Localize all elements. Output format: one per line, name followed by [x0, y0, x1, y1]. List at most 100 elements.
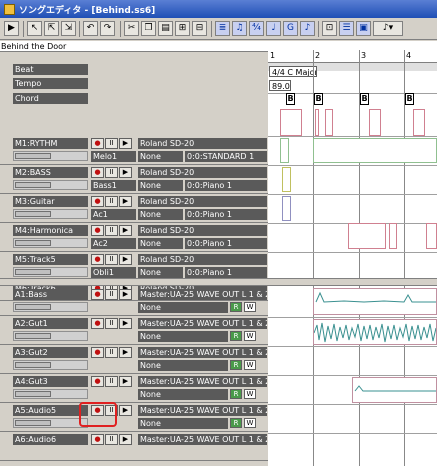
track-name[interactable]: A3:Gut2: [13, 347, 88, 358]
play-tool-button[interactable]: ▶: [4, 21, 19, 36]
pause-button[interactable]: II: [105, 376, 118, 387]
range-tool-button[interactable]: ⇱: [44, 21, 59, 36]
midi-clip[interactable]: [348, 223, 386, 249]
white-toggle[interactable]: W: [244, 360, 256, 370]
audio-clip[interactable]: [352, 377, 437, 403]
score-icon[interactable]: ♪: [300, 21, 315, 36]
select-tool-button[interactable]: ↖: [27, 21, 42, 36]
pause-button[interactable]: II: [105, 318, 118, 329]
window-icon[interactable]: ▣: [356, 21, 371, 36]
green-toggle[interactable]: R: [230, 302, 242, 312]
list-icon[interactable]: ☰: [339, 21, 354, 36]
copy-icon[interactable]: ❐: [141, 21, 156, 36]
paste-icon[interactable]: ▤: [158, 21, 173, 36]
time-signature-icon[interactable]: ⁴⁄₄: [249, 21, 264, 36]
play-button[interactable]: ▶: [119, 376, 132, 387]
beat-track-label[interactable]: Beat: [13, 64, 88, 75]
midi-clip[interactable]: [313, 138, 437, 163]
white-toggle[interactable]: W: [244, 331, 256, 341]
output-field[interactable]: Master:UA-25 WAVE OUT L 1 & 2: [138, 289, 267, 300]
tempo-icon[interactable]: ♩: [266, 21, 281, 36]
play-button[interactable]: ▶: [119, 318, 132, 329]
record-button[interactable]: ●: [91, 376, 104, 387]
play-button[interactable]: ▶: [119, 254, 132, 265]
green-toggle[interactable]: R: [230, 418, 242, 428]
delete-icon[interactable]: ⊟: [192, 21, 207, 36]
play-button[interactable]: ▶: [119, 289, 132, 300]
sub-field[interactable]: None: [138, 180, 183, 191]
device-field[interactable]: Roland SD-20: [138, 225, 267, 236]
volume-slider[interactable]: [13, 267, 88, 277]
green-toggle[interactable]: R: [230, 360, 242, 370]
device-field[interactable]: Roland SD-20: [138, 196, 267, 207]
track-name[interactable]: A5:Audio5: [13, 405, 88, 416]
device-field[interactable]: Roland SD-20: [138, 254, 267, 265]
redo-icon[interactable]: ↷: [100, 21, 115, 36]
midi-clip[interactable]: [426, 223, 437, 249]
track-name[interactable]: M5:Track5: [13, 254, 88, 265]
beat-marker[interactable]: B: [405, 93, 414, 105]
part-field[interactable]: Ac1: [91, 209, 136, 220]
pencil-tool-button[interactable]: ⇲: [61, 21, 76, 36]
record-button[interactable]: ●: [91, 434, 104, 445]
track-name[interactable]: M1:RYTHM: [13, 138, 88, 149]
midi-clip[interactable]: [280, 138, 289, 163]
midi-clip[interactable]: [369, 109, 381, 136]
track-name[interactable]: M4:Harmonica: [13, 225, 88, 236]
cut-icon[interactable]: ✂: [124, 21, 139, 36]
record-button[interactable]: ●: [91, 347, 104, 358]
track-name[interactable]: A2:Gut1: [13, 318, 88, 329]
green-toggle[interactable]: R: [230, 389, 242, 399]
play-button[interactable]: ▶: [119, 347, 132, 358]
input-field[interactable]: None: [138, 360, 228, 371]
volume-slider[interactable]: [13, 151, 88, 161]
white-toggle[interactable]: W: [244, 389, 256, 399]
play-button[interactable]: ▶: [119, 196, 132, 207]
record-button[interactable]: ●: [91, 254, 104, 265]
slider-knob[interactable]: [15, 153, 51, 159]
pause-button[interactable]: II: [105, 434, 118, 445]
tempo-marker[interactable]: 89.00: [269, 80, 291, 91]
slider-knob[interactable]: [15, 269, 51, 275]
record-button[interactable]: ●: [91, 225, 104, 236]
part-field[interactable]: Bass1: [91, 180, 136, 191]
ruler[interactable]: 1 2 3 4: [268, 50, 437, 63]
pause-button[interactable]: II: [105, 289, 118, 300]
track-list-icon[interactable]: ≣: [215, 21, 230, 36]
pause-button[interactable]: II: [105, 225, 118, 236]
slider-knob[interactable]: [15, 362, 51, 368]
patch-field[interactable]: 0:0:Piano 1: [185, 238, 267, 249]
device-field[interactable]: Roland SD-20: [138, 167, 267, 178]
device-field[interactable]: Roland SD-20: [138, 138, 267, 149]
patch-field[interactable]: 0:0:STANDARD 1: [185, 151, 267, 162]
patch-field[interactable]: 0:0:Piano 1: [185, 267, 267, 278]
beat-marker[interactable]: B: [360, 93, 369, 105]
play-button[interactable]: ▶: [119, 138, 132, 149]
pause-button[interactable]: II: [105, 138, 118, 149]
volume-slider[interactable]: [13, 389, 88, 399]
tempo-track-label[interactable]: Tempo: [13, 78, 88, 89]
volume-slider[interactable]: [13, 360, 88, 370]
record-button[interactable]: ●: [91, 289, 104, 300]
record-button[interactable]: ●: [91, 318, 104, 329]
timeline-area[interactable]: 1 2 3 4 4/4 C Major 89.00 B B B B: [268, 41, 437, 466]
slider-knob[interactable]: [15, 333, 51, 339]
time-signature-marker[interactable]: 4/4 C Major: [269, 66, 317, 77]
sub-field[interactable]: None: [138, 151, 183, 162]
undo-icon[interactable]: ↶: [83, 21, 98, 36]
record-button[interactable]: ●: [91, 196, 104, 207]
sub-field[interactable]: None: [138, 238, 183, 249]
white-toggle[interactable]: W: [244, 418, 256, 428]
white-toggle[interactable]: W: [244, 302, 256, 312]
sub-field[interactable]: None: [138, 209, 183, 220]
record-button[interactable]: ●: [91, 167, 104, 178]
slider-knob[interactable]: [15, 391, 51, 397]
part-field[interactable]: Melo1: [91, 151, 136, 162]
pause-button[interactable]: II: [105, 347, 118, 358]
pause-button[interactable]: II: [105, 196, 118, 207]
input-field[interactable]: None: [138, 389, 228, 400]
slider-knob[interactable]: [15, 420, 51, 426]
track-name[interactable]: M2:BASS: [13, 167, 88, 178]
output-field[interactable]: Master:UA-25 WAVE OUT L 1 & 2: [138, 318, 267, 329]
input-field[interactable]: None: [138, 418, 228, 429]
